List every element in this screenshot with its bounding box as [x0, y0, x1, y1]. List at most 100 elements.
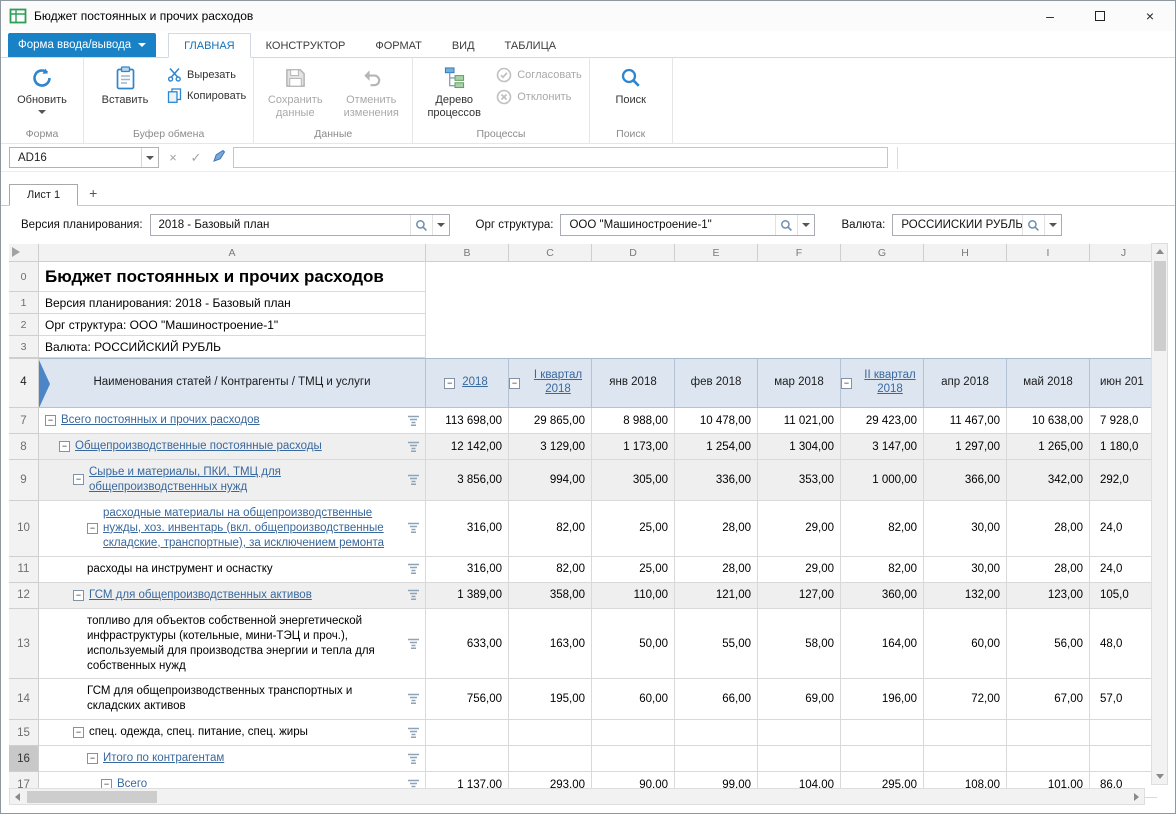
value-cell[interactable]: 994,00: [509, 460, 592, 501]
row-label-cell[interactable]: −спец. одежда, спец. питание, спец. жиры: [39, 720, 426, 746]
value-cell[interactable]: 7 928,0: [1090, 408, 1157, 434]
row-number[interactable]: 15: [9, 720, 39, 746]
sheet-tab-1[interactable]: Лист 1: [9, 184, 78, 206]
planning-version-combo[interactable]: 2018 - Базовый план: [150, 214, 450, 236]
horizontal-scrollbar[interactable]: [9, 788, 1145, 805]
value-cell[interactable]: 48,0: [1090, 609, 1157, 680]
value-cell[interactable]: 1 297,00: [924, 434, 1007, 460]
row-number[interactable]: 11: [9, 557, 39, 583]
filter-icon[interactable]: [407, 638, 421, 650]
vertical-scrollbar[interactable]: [1151, 243, 1168, 785]
magnifier-icon[interactable]: [1022, 215, 1044, 235]
value-cell[interactable]: 60,00: [592, 679, 675, 720]
column-header-j[interactable]: J: [1090, 244, 1157, 262]
header-name-cell[interactable]: Наименования статей / Контрагенты / ТМЦ …: [39, 358, 426, 408]
reject-button[interactable]: Отклонить: [496, 89, 581, 105]
close-button[interactable]: ×: [1125, 1, 1175, 31]
value-cell[interactable]: [841, 720, 924, 746]
value-cell[interactable]: 127,00: [758, 583, 841, 609]
row-number[interactable]: 13: [9, 609, 39, 680]
value-cell[interactable]: 110,00: [592, 583, 675, 609]
value-cell[interactable]: 163,00: [509, 609, 592, 680]
row-number[interactable]: 9: [9, 460, 39, 501]
period-header[interactable]: −2018: [426, 358, 509, 408]
period-header[interactable]: фев 2018: [675, 358, 758, 408]
value-cell[interactable]: 113 698,00: [426, 408, 509, 434]
info-cell[interactable]: Орг структура: ООО "Машиностроение-1": [39, 314, 426, 336]
value-cell[interactable]: 164,00: [841, 609, 924, 680]
value-cell[interactable]: 358,00: [509, 583, 592, 609]
scroll-down-icon[interactable]: [1152, 769, 1167, 784]
name-box-dropdown[interactable]: [141, 148, 158, 167]
filter-icon[interactable]: [407, 727, 421, 739]
row-number[interactable]: 14: [9, 679, 39, 720]
search-button[interactable]: Поиск: [593, 59, 669, 127]
value-cell[interactable]: [1090, 746, 1157, 772]
column-header-i[interactable]: I: [1007, 244, 1090, 262]
value-cell[interactable]: 72,00: [924, 679, 1007, 720]
chevron-down-icon[interactable]: [1044, 215, 1061, 235]
row-number[interactable]: 7: [9, 408, 39, 434]
org-structure-combo[interactable]: ООО "Машиностроение-1": [560, 214, 815, 236]
value-cell[interactable]: 24,0: [1090, 557, 1157, 583]
value-cell[interactable]: [924, 746, 1007, 772]
period-header[interactable]: −I квартал 2018: [509, 358, 592, 408]
value-cell[interactable]: [592, 746, 675, 772]
value-cell[interactable]: 28,00: [1007, 557, 1090, 583]
cell-name-box[interactable]: AD16: [9, 147, 159, 168]
value-cell[interactable]: [1007, 720, 1090, 746]
value-cell[interactable]: 57,0: [1090, 679, 1157, 720]
chevron-down-icon[interactable]: [432, 215, 449, 235]
value-cell[interactable]: 29,00: [758, 501, 841, 557]
value-cell[interactable]: 353,00: [758, 460, 841, 501]
value-cell[interactable]: 342,00: [1007, 460, 1090, 501]
value-cell[interactable]: [675, 720, 758, 746]
column-header-e[interactable]: E: [675, 244, 758, 262]
row-number[interactable]: 2: [9, 314, 39, 336]
row-number[interactable]: 10: [9, 501, 39, 557]
scroll-up-icon[interactable]: [1152, 244, 1167, 259]
value-cell[interactable]: 11 467,00: [924, 408, 1007, 434]
select-all-corner[interactable]: [9, 244, 39, 262]
cut-button[interactable]: Вырезать: [167, 67, 246, 82]
value-cell[interactable]: 58,00: [758, 609, 841, 680]
row-label-cell[interactable]: −Всего постоянных и прочих расходов: [39, 408, 426, 434]
row-label-cell[interactable]: расходы на инструмент и оснастку: [39, 557, 426, 583]
value-cell[interactable]: 123,00: [1007, 583, 1090, 609]
row-number[interactable]: 3: [9, 336, 39, 358]
filter-icon[interactable]: [407, 693, 421, 705]
approve-button[interactable]: Согласовать: [496, 67, 581, 83]
period-header[interactable]: апр 2018: [924, 358, 1007, 408]
process-tree-button[interactable]: Дерево процессов: [416, 59, 492, 127]
value-cell[interactable]: 66,00: [675, 679, 758, 720]
column-header-a[interactable]: A: [39, 244, 426, 262]
value-cell[interactable]: 1 254,00: [675, 434, 758, 460]
value-cell[interactable]: 10 638,00: [1007, 408, 1090, 434]
value-cell[interactable]: 292,0: [1090, 460, 1157, 501]
value-cell[interactable]: [509, 720, 592, 746]
cancel-entry-icon[interactable]: ×: [164, 150, 182, 165]
formula-input[interactable]: [233, 147, 888, 168]
value-cell[interactable]: 11 021,00: [758, 408, 841, 434]
tab-view[interactable]: ВИД: [437, 34, 490, 57]
value-cell[interactable]: 196,00: [841, 679, 924, 720]
value-cell[interactable]: 1 389,00: [426, 583, 509, 609]
value-cell[interactable]: 28,00: [675, 557, 758, 583]
value-cell[interactable]: 105,0: [1090, 583, 1157, 609]
row-number[interactable]: 12: [9, 583, 39, 609]
period-header[interactable]: мар 2018: [758, 358, 841, 408]
refresh-button[interactable]: Обновить: [4, 59, 80, 127]
maximize-button[interactable]: [1075, 1, 1125, 31]
value-cell[interactable]: 360,00: [841, 583, 924, 609]
value-cell[interactable]: [426, 720, 509, 746]
value-cell[interactable]: 1 173,00: [592, 434, 675, 460]
value-cell[interactable]: 29,00: [758, 557, 841, 583]
value-cell[interactable]: 195,00: [509, 679, 592, 720]
row-number[interactable]: 8: [9, 434, 39, 460]
period-header[interactable]: июн 201: [1090, 358, 1157, 408]
collapse-icon[interactable]: −: [87, 523, 98, 534]
value-cell[interactable]: [758, 720, 841, 746]
info-cell[interactable]: Версия планирования: 2018 - Базовый план: [39, 292, 426, 314]
tab-constructor[interactable]: КОНСТРУКТОР: [251, 34, 361, 57]
row-number[interactable]: 16: [9, 746, 39, 772]
